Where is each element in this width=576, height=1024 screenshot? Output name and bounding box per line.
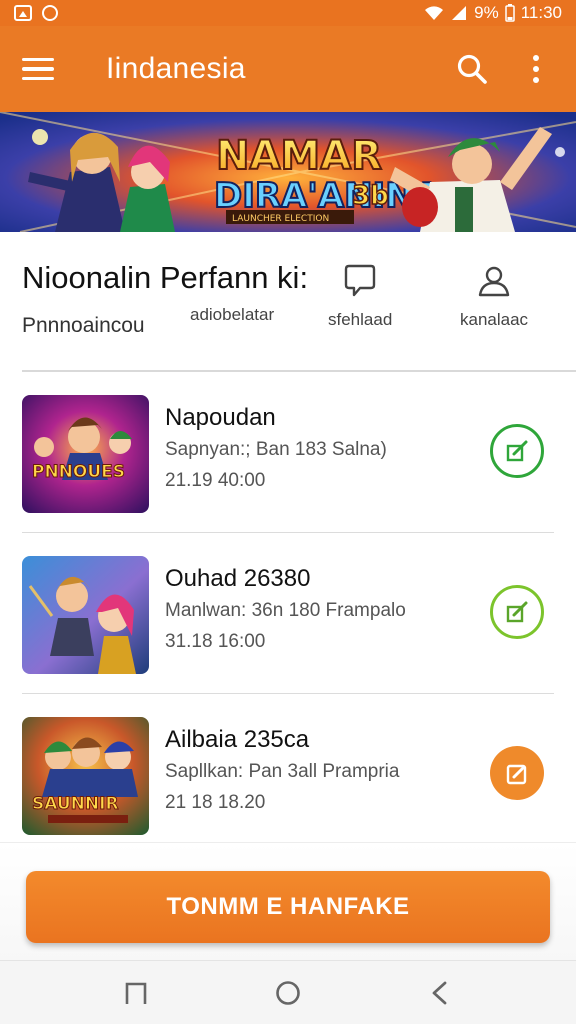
banner-artwork: NAMAR DIRA'ANINA 3b LAUNCHER ELECTION xyxy=(0,112,576,232)
menu-icon[interactable] xyxy=(22,49,68,89)
section-subtitle: Pnnnoaincou xyxy=(22,314,145,337)
app-screen: 9% 11:30 Iindanesia NAMAR DIRA'ANINA 3b … xyxy=(0,0,576,1024)
item-list: PNNOUES Napoudan Sapnyan:; Ban 183 Salna… xyxy=(0,372,576,855)
back-icon[interactable] xyxy=(415,968,465,1018)
edit-button[interactable] xyxy=(490,424,544,478)
list-item[interactable]: PNNOUES Napoudan Sapnyan:; Ban 183 Salna… xyxy=(0,372,576,533)
edit-icon xyxy=(506,764,527,785)
column-header-2[interactable]: sfehlaad xyxy=(328,262,392,330)
edit-icon xyxy=(506,440,528,462)
item-thumbnail: PNNOUES xyxy=(22,395,149,513)
item-thumbnail xyxy=(22,556,149,674)
edit-icon xyxy=(506,601,528,623)
item-title: Napoudan xyxy=(165,404,276,431)
svg-text:PNNOUES: PNNOUES xyxy=(32,462,125,482)
column-header-label: adiobelatar xyxy=(190,305,275,324)
app-bar: Iindanesia xyxy=(0,26,576,112)
item-title: Ailbaia 235ca xyxy=(165,726,310,753)
battery-icon xyxy=(504,4,515,22)
edit-button[interactable] xyxy=(490,585,544,639)
edit-button[interactable] xyxy=(490,746,544,800)
image-notification-icon xyxy=(14,5,32,21)
battery-text: 9% xyxy=(474,3,499,22)
item-subtitle: Sapnyan:; Ban 183 Salna) xyxy=(165,439,387,460)
section-title: Nioonalin Perfann ki: xyxy=(22,260,309,295)
primary-action-button[interactable]: TONMM E HANFAKE xyxy=(26,871,550,943)
status-bar: 9% 11:30 xyxy=(0,0,576,26)
svg-text:NAMAR: NAMAR xyxy=(216,133,382,179)
svg-text:SAUNNIR: SAUNNIR xyxy=(32,794,119,814)
circle-notification-icon xyxy=(42,5,58,21)
promo-banner[interactable]: NAMAR DIRA'ANINA 3b LAUNCHER ELECTION xyxy=(0,112,576,232)
search-icon[interactable] xyxy=(452,49,492,89)
item-timestamp: 21.19 40:00 xyxy=(165,470,266,491)
item-timestamp: 31.18 16:00 xyxy=(165,631,266,652)
user-icon xyxy=(476,262,512,300)
list-item[interactable]: Ouhad 26380 Manlwan: 36n 180 Frampalo 31… xyxy=(0,533,576,694)
app-title: Iindanesia xyxy=(106,52,246,85)
item-thumbnail: SAUNNIR xyxy=(22,717,149,835)
system-nav-bar xyxy=(0,960,576,1024)
clock-text: 11:30 xyxy=(520,3,562,22)
signal-icon xyxy=(452,6,467,20)
column-header-label: sfehlaad xyxy=(328,310,393,329)
item-timestamp: 21 18 18.20 xyxy=(165,792,266,813)
overflow-menu-icon[interactable] xyxy=(516,49,556,89)
section-header: Nioonalin Perfann ki: Pnnnoaincou adiobe… xyxy=(0,232,576,372)
bottom-action-area: TONMM E HANFAKE xyxy=(0,842,576,960)
item-title: Ouhad 26380 xyxy=(165,565,311,592)
home-icon[interactable] xyxy=(263,968,313,1018)
item-subtitle: Manlwan: 36n 180 Frampalo xyxy=(165,600,406,621)
svg-text:3b: 3b xyxy=(352,181,389,211)
svg-text:LAUNCHER ELECTION: LAUNCHER ELECTION xyxy=(232,214,329,224)
item-subtitle: Sapllkan: Pan 3all Prampria xyxy=(165,761,400,782)
chat-bubble-icon xyxy=(343,262,377,300)
list-item[interactable]: SAUNNIR Ailbaia 235ca Sapllkan: Pan 3all… xyxy=(0,694,576,855)
column-header-3[interactable]: kanalaac xyxy=(460,262,528,330)
column-header-1[interactable]: adiobelatar xyxy=(190,305,274,325)
column-header-label: kanalaac xyxy=(460,310,529,329)
wifi-icon xyxy=(425,6,444,20)
recent-apps-icon[interactable] xyxy=(111,968,161,1018)
